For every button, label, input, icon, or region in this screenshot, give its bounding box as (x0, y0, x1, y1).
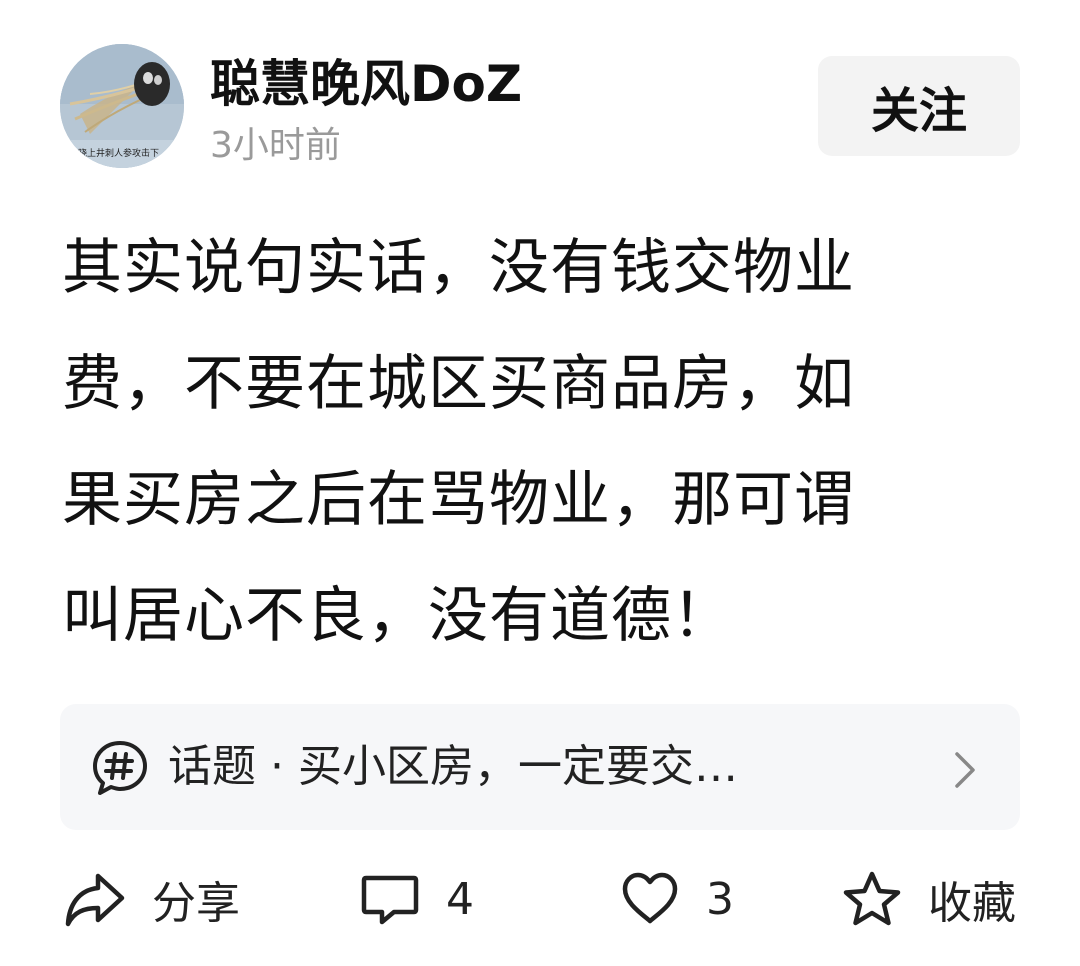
like-button[interactable]: 3 (620, 864, 734, 934)
share-arrow-icon (65, 873, 125, 927)
post-line: 费，不要在城区买商品房，如 (62, 349, 855, 419)
share-button[interactable]: 分享 (64, 864, 240, 934)
action-bar: 分享 4 3 收藏 (0, 850, 1080, 950)
avatar[interactable]: 晓上井刺人参攻击下 (60, 44, 184, 168)
share-label: 分享 (152, 878, 240, 929)
post-line: 其实说句实话，没有钱交物业 (62, 233, 855, 303)
topic-text: 话题 · 买小区房，一定要交… (168, 741, 738, 792)
comment-count: 4 (446, 873, 474, 925)
post-line: 果买房之后在骂物业，那可谓 (62, 465, 855, 535)
hashtag-bubble-icon (93, 741, 147, 795)
author-name[interactable]: 聪慧晚风DoZ (210, 52, 522, 116)
chevron-right-icon (955, 752, 975, 788)
like-count: 3 (706, 873, 734, 925)
favorite-label: 收藏 (928, 878, 1016, 929)
favorite-button[interactable]: 收藏 (842, 864, 1016, 934)
star-icon (843, 871, 901, 926)
avatar-image: 晓上井刺人参攻击下 (60, 44, 184, 168)
avatar-caption: 晓上井刺人参攻击下 (78, 147, 159, 159)
follow-button[interactable]: 关注 (818, 56, 1020, 156)
post-line: 叫居心不良，没有道德！ (62, 581, 733, 651)
comment-button[interactable]: 4 (360, 864, 474, 934)
comment-icon (361, 875, 419, 925)
post-header: 晓上井刺人参攻击下 聪慧晚风DoZ 3小时前 关注 (0, 0, 1080, 200)
post-content: 其实说句实话，没有钱交物业 费，不要在城区买商品房，如 果买房之后在骂物业，那可… (62, 210, 1012, 674)
topic-link[interactable]: 话题 · 买小区房，一定要交… (60, 704, 1020, 830)
heart-icon (622, 872, 678, 924)
post-time: 3小时前 (210, 125, 341, 166)
